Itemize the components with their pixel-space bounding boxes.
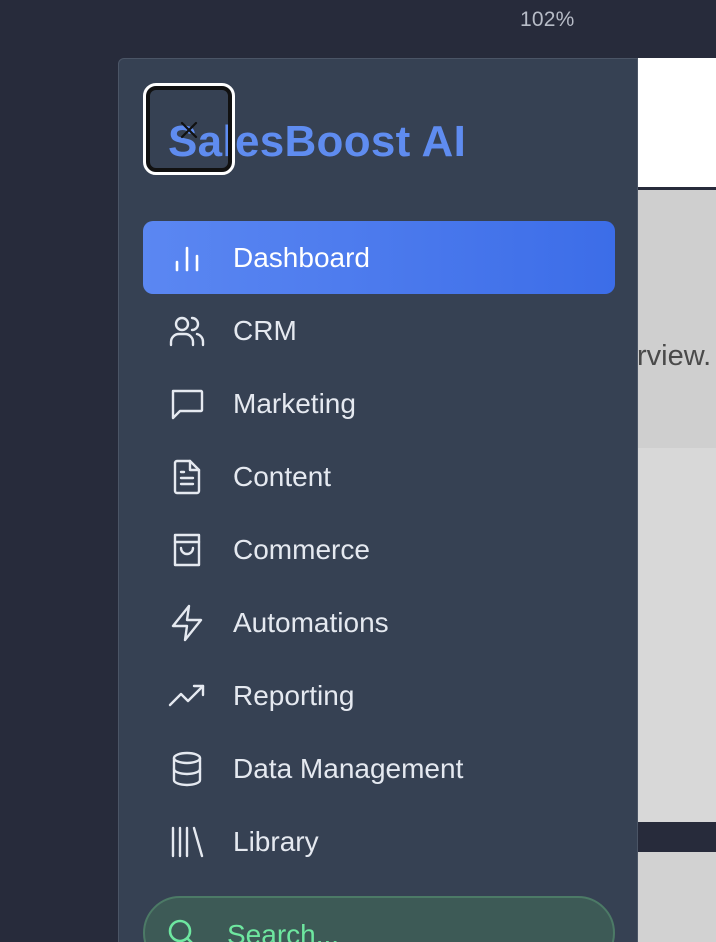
nav-label-content: Content [233, 460, 332, 492]
nav-item-library[interactable]: Library [143, 805, 615, 878]
nav-list: Dashboard CRM Marketing Content Commerce… [143, 221, 615, 878]
nav-label-crm: CRM [233, 314, 297, 346]
file-text-icon [167, 457, 207, 497]
search-input[interactable] [225, 914, 589, 942]
nav-item-marketing[interactable]: Marketing [143, 367, 615, 440]
app-viewport: 102% rview. SalesBoost AI Dashboard CRM … [0, 0, 716, 942]
close-icon [180, 121, 198, 139]
nav-label-automations: Automations [233, 606, 389, 638]
nav-item-automations[interactable]: Automations [143, 586, 615, 659]
nav-item-content[interactable]: Content [143, 440, 615, 513]
close-drawer-button[interactable] [143, 83, 235, 175]
nav-item-commerce[interactable]: Commerce [143, 513, 615, 586]
nav-item-crm[interactable]: CRM [143, 294, 615, 367]
database-icon [167, 749, 207, 789]
nav-item-dashboard[interactable]: Dashboard [143, 221, 615, 294]
nav-label-commerce: Commerce [233, 533, 370, 565]
nav-label-reporting: Reporting [233, 679, 355, 711]
search-box [143, 896, 615, 942]
message-square-icon [167, 384, 207, 424]
nav-item-data-management[interactable]: Data Management [143, 732, 615, 805]
users-icon [167, 311, 207, 351]
nav-label-library: Library [233, 825, 319, 857]
nav-label-data-management: Data Management [233, 752, 464, 784]
zap-icon [167, 603, 207, 643]
search-icon [168, 919, 193, 942]
zoom-level: 102% [520, 8, 575, 31]
library-icon [167, 822, 207, 862]
bar-chart-icon [167, 238, 207, 278]
page-overview-text: rview. [637, 340, 712, 372]
shopping-bag-icon [167, 530, 207, 570]
nav-item-reporting[interactable]: Reporting [143, 659, 615, 732]
nav-label-dashboard: Dashboard [233, 241, 370, 273]
nav-label-marketing: Marketing [233, 387, 356, 419]
navigation-drawer: SalesBoost AI Dashboard CRM Marketing Co… [118, 58, 638, 942]
trending-up-icon [167, 676, 207, 716]
